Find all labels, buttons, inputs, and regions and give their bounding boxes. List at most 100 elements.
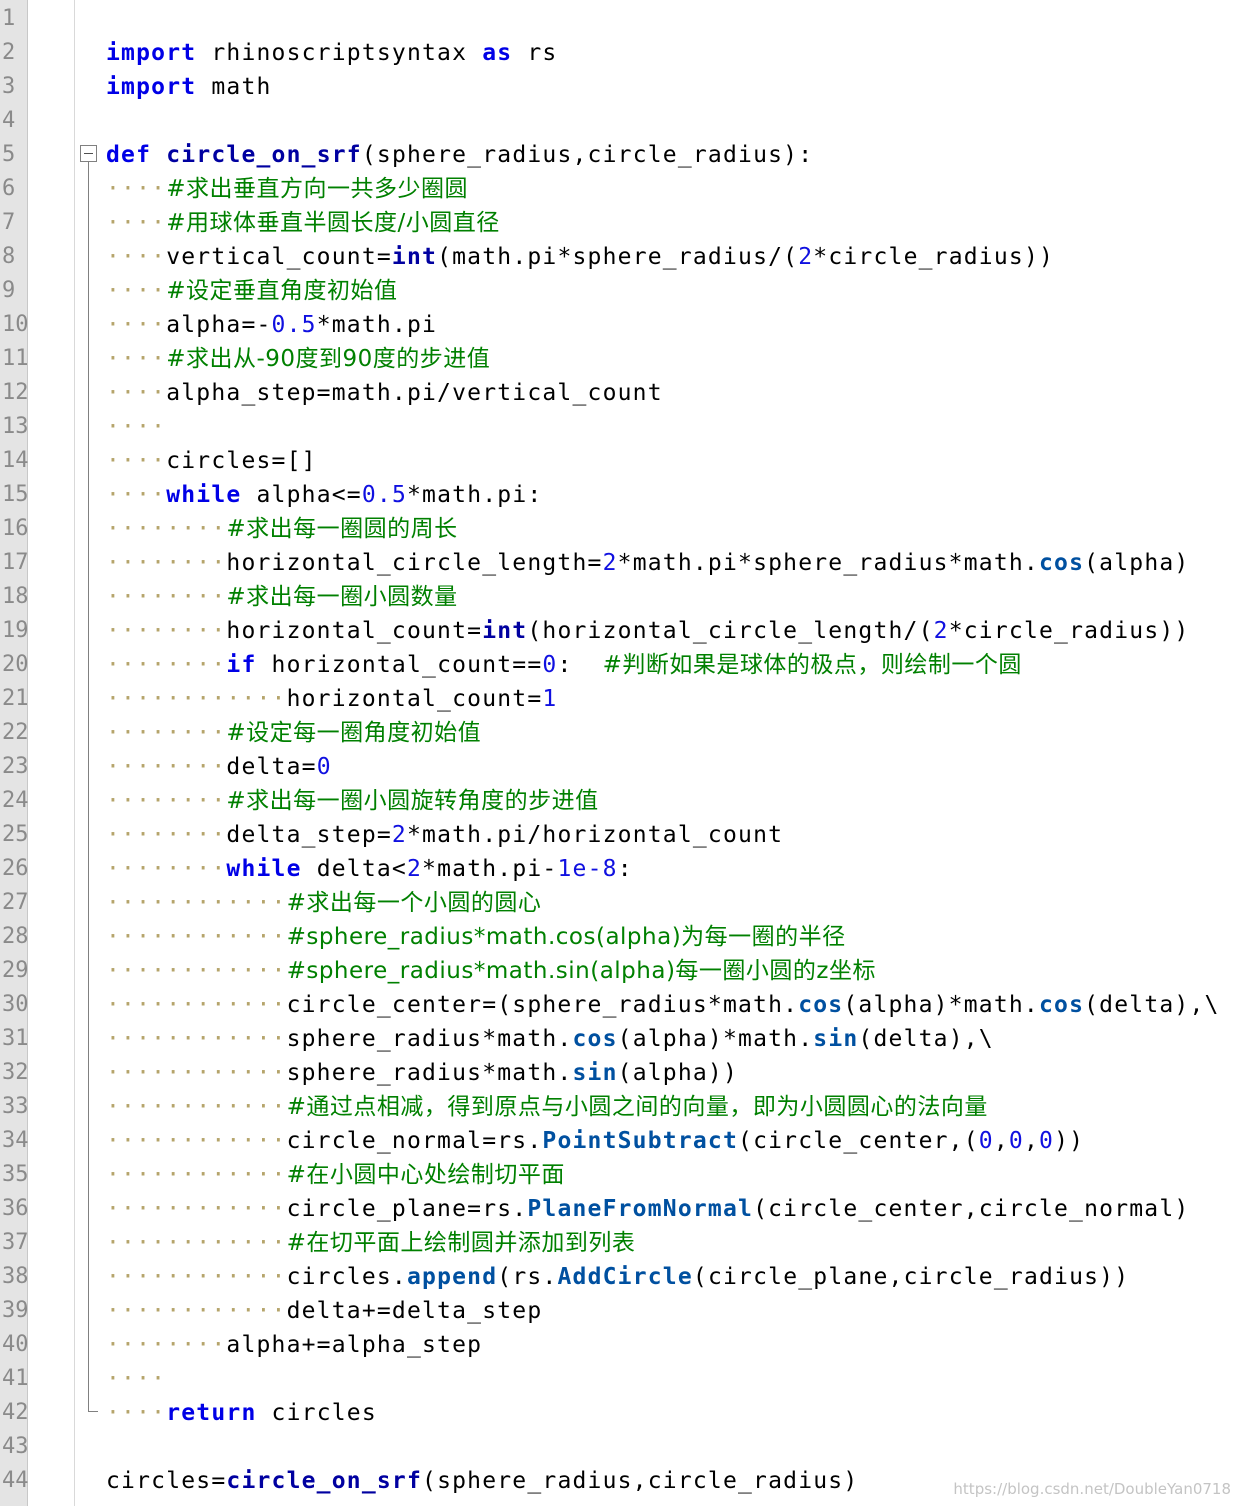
code-line[interactable]: 29 ············#sphere_radius*math.sin(al… xyxy=(0,954,1239,988)
code-line[interactable]: 9 ····#设定垂直角度初始值 xyxy=(0,274,1239,308)
code-line[interactable]: 25 ········delta_step=2*math.pi/horizonta… xyxy=(0,818,1239,852)
code-text[interactable]: ············#求出每一个小圆的圆心 xyxy=(106,886,541,920)
code-line[interactable]: 28 ············#sphere_radius*math.cos(al… xyxy=(0,920,1239,954)
code-line[interactable]: 30 ············circle_center=(sphere_radi… xyxy=(0,988,1239,1022)
code-token: 1 xyxy=(542,686,558,712)
code-text[interactable]: ········delta=0 xyxy=(106,750,332,784)
code-line[interactable]: 36 ············circle_plane=rs.PlaneFromN… xyxy=(0,1192,1239,1226)
code-text[interactable]: ····#求出垂直方向一共多少圈圆 xyxy=(106,172,468,206)
code-text[interactable]: ····return circles xyxy=(106,1396,377,1430)
code-line[interactable]: 11 ····#求出从-90度到90度的步进值 xyxy=(0,342,1239,376)
code-text[interactable]: ···· xyxy=(106,410,166,444)
code-line[interactable]: 27 ············#求出每一个小圆的圆心 xyxy=(0,886,1239,920)
code-line[interactable]: 21 ············horizontal_count=1 xyxy=(0,682,1239,716)
code-text[interactable]: ····alpha_step=math.pi/vertical_count xyxy=(106,376,663,410)
code-line[interactable]: 16 ········#求出每一圈圆的周长 xyxy=(0,512,1239,546)
line-number: 24 xyxy=(2,788,29,813)
code-text[interactable]: ········delta_step=2*math.pi/horizontal_… xyxy=(106,818,783,852)
code-line[interactable]: 24 ········#求出每一圈小圆旋转角度的步进值 xyxy=(0,784,1239,818)
code-text[interactable]: ············circle_normal=rs.PointSubtra… xyxy=(106,1124,1084,1158)
code-text[interactable]: ····vertical_count=int(math.pi*sphere_ra… xyxy=(106,240,1054,274)
code-text[interactable]: ············#通过点相减，得到原点与小圆之间的向量，即为小圆圆心的法… xyxy=(106,1090,988,1124)
code-line[interactable]: 31 ············sphere_radius*math.cos(alp… xyxy=(0,1022,1239,1056)
code-text[interactable]: ············sphere_radius*math.sin(alpha… xyxy=(106,1056,738,1090)
code-lines[interactable]: 1 2 import rhinoscriptsyntax as rs 3 import … xyxy=(0,2,1239,1498)
code-line[interactable]: 42 ····return circles xyxy=(0,1396,1239,1430)
whitespace-marker: ········ xyxy=(106,788,227,814)
code-token: rs xyxy=(512,40,558,66)
code-text[interactable]: ············sphere_radius*math.cos(alpha… xyxy=(106,1022,994,1056)
code-text[interactable]: def circle_on_srf(sphere_radius,circle_r… xyxy=(106,138,813,172)
code-text[interactable]: ···· xyxy=(106,1362,166,1396)
code-line[interactable]: 18 ········#求出每一圈小圆数量 xyxy=(0,580,1239,614)
code-line[interactable]: 17 ········horizontal_circle_length=2*mat… xyxy=(0,546,1239,580)
code-line[interactable]: 4 xyxy=(0,104,1239,138)
code-line[interactable]: 34 ············circle_normal=rs.PointSubt… xyxy=(0,1124,1239,1158)
code-line[interactable]: 8 ····vertical_count=int(math.pi*sphere_r… xyxy=(0,240,1239,274)
code-editor[interactable]: 1 2 import rhinoscriptsyntax as rs 3 import … xyxy=(0,0,1239,1506)
code-line[interactable]: 38 ············circles.append(rs.AddCircl… xyxy=(0,1260,1239,1294)
code-line[interactable]: 5 def circle_on_srf(sphere_radius,circle_… xyxy=(0,138,1239,172)
code-line[interactable]: 37 ············#在切平面上绘制圆并添加到列表 xyxy=(0,1226,1239,1260)
code-line[interactable]: 1 xyxy=(0,2,1239,36)
code-text[interactable]: ····while alpha<=0.5*math.pi: xyxy=(106,478,542,512)
code-line[interactable]: 35 ············#在小圆中心处绘制切平面 xyxy=(0,1158,1239,1192)
code-line[interactable]: 33 ············#通过点相减，得到原点与小圆之间的向量，即为小圆圆心… xyxy=(0,1090,1239,1124)
code-line[interactable]: 6 ····#求出垂直方向一共多少圈圆 xyxy=(0,172,1239,206)
code-text[interactable]: ········horizontal_count=int(horizontal_… xyxy=(106,614,1189,648)
code-line[interactable]: 41 ···· xyxy=(0,1362,1239,1396)
code-line[interactable]: 7 ····#用球体垂直半圆长度/小圆直径 xyxy=(0,206,1239,240)
code-line[interactable]: 23 ········delta=0 xyxy=(0,750,1239,784)
code-token: alpha=- xyxy=(166,312,272,338)
code-text[interactable]: ····circles=[] xyxy=(106,444,317,478)
code-text[interactable]: ····#设定垂直角度初始值 xyxy=(106,274,397,308)
code-line[interactable]: 43 xyxy=(0,1430,1239,1464)
code-text[interactable]: ········#设定每一圈角度初始值 xyxy=(106,716,481,750)
line-number: 14 xyxy=(2,448,29,473)
line-number: 1 xyxy=(2,6,16,31)
code-text[interactable]: ········#求出每一圈小圆数量 xyxy=(106,580,458,614)
code-text[interactable]: ········horizontal_circle_length=2*math.… xyxy=(106,546,1189,580)
code-text[interactable]: ············#sphere_radius*math.sin(alph… xyxy=(106,954,876,988)
code-line[interactable]: 12 ····alpha_step=math.pi/vertical_count xyxy=(0,376,1239,410)
code-text[interactable]: ········#求出每一圈小圆旋转角度的步进值 xyxy=(106,784,599,818)
code-line[interactable]: 13 ···· xyxy=(0,410,1239,444)
code-text[interactable]: circles=circle_on_srf(sphere_radius,circ… xyxy=(106,1464,858,1498)
code-line[interactable]: 22 ········#设定每一圈角度初始值 xyxy=(0,716,1239,750)
code-text[interactable]: ····#求出从-90度到90度的步进值 xyxy=(106,342,490,376)
code-line[interactable]: 14 ····circles=[] xyxy=(0,444,1239,478)
code-token: sin xyxy=(813,1026,859,1052)
code-text[interactable]: import rhinoscriptsyntax as rs xyxy=(106,36,557,70)
code-text[interactable]: ············delta+=delta_step xyxy=(106,1294,542,1328)
code-line[interactable]: 32 ············sphere_radius*math.sin(alp… xyxy=(0,1056,1239,1090)
code-text[interactable]: import math xyxy=(106,70,272,104)
code-line[interactable]: 39 ············delta+=delta_step xyxy=(0,1294,1239,1328)
code-line[interactable]: 2 import rhinoscriptsyntax as rs xyxy=(0,36,1239,70)
code-text[interactable]: ····#用球体垂直半圆长度/小圆直径 xyxy=(106,206,500,240)
code-token: )) xyxy=(1054,1128,1085,1154)
code-text[interactable]: ············circles.append(rs.AddCircle(… xyxy=(106,1260,1129,1294)
code-text[interactable]: ············circle_center=(sphere_radius… xyxy=(106,988,1220,1022)
line-number: 4 xyxy=(2,108,16,133)
code-text[interactable]: ············#在切平面上绘制圆并添加到列表 xyxy=(106,1226,635,1260)
code-text[interactable]: ············#在小圆中心处绘制切平面 xyxy=(106,1158,565,1192)
code-text[interactable]: ········#求出每一圈圆的周长 xyxy=(106,512,458,546)
code-line[interactable]: 26 ········while delta<2*math.pi-1e-8: xyxy=(0,852,1239,886)
line-number: 22 xyxy=(2,720,29,745)
code-text[interactable]: ····alpha=-0.5*math.pi xyxy=(106,308,437,342)
code-text[interactable]: ············#sphere_radius*math.cos(alph… xyxy=(106,920,846,954)
code-line[interactable]: 15 ····while alpha<=0.5*math.pi: xyxy=(0,478,1239,512)
code-line[interactable]: 20 ········if horizontal_count==0: #判断如果是… xyxy=(0,648,1239,682)
code-line[interactable]: 10 ····alpha=-0.5*math.pi xyxy=(0,308,1239,342)
code-text[interactable]: ········if horizontal_count==0: #判断如果是球体… xyxy=(106,648,1022,682)
whitespace-marker: ···· xyxy=(106,414,167,440)
code-text[interactable]: ········while delta<2*math.pi-1e-8: xyxy=(106,852,633,886)
code-line[interactable]: 19 ········horizontal_count=int(horizonta… xyxy=(0,614,1239,648)
code-text[interactable]: ············circle_plane=rs.PlaneFromNor… xyxy=(106,1192,1189,1226)
code-line[interactable]: 40 ········alpha+=alpha_step xyxy=(0,1328,1239,1362)
code-text[interactable]: ············horizontal_count=1 xyxy=(106,682,557,716)
code-text[interactable]: ········alpha+=alpha_step xyxy=(106,1328,482,1362)
line-number: 5 xyxy=(2,142,16,167)
code-line[interactable]: 3 import math xyxy=(0,70,1239,104)
code-token: circles. xyxy=(286,1264,407,1290)
